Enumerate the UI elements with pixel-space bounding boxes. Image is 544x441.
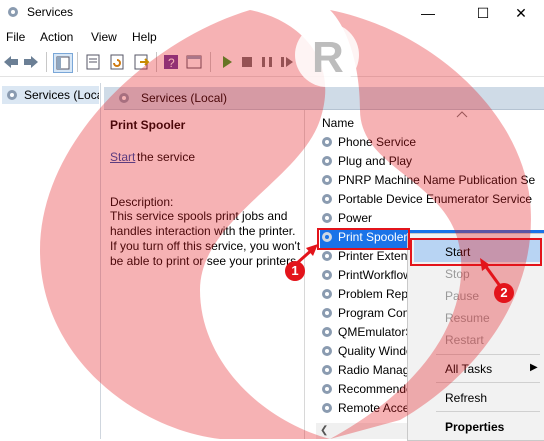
toolbar-separator — [46, 52, 47, 72]
close-button[interactable]: ✕ — [498, 0, 544, 26]
svg-text:?: ? — [168, 56, 175, 70]
service-gear-icon — [322, 251, 332, 261]
restart-service-icon[interactable] — [278, 53, 296, 71]
console-icon[interactable] — [185, 53, 203, 71]
toolbar-separator — [77, 52, 78, 72]
service-gear-icon — [322, 175, 332, 185]
context-menu-all-tasks[interactable]: All Tasks — [445, 362, 492, 376]
pane-title: Services (Local) — [141, 91, 228, 105]
description-line: handles interaction with the printer. — [110, 224, 296, 238]
pause-service-icon[interactable] — [258, 53, 276, 71]
context-menu-refresh[interactable]: Refresh — [445, 391, 487, 405]
highlight-box-print-spooler — [317, 228, 410, 250]
service-gear-icon — [322, 270, 332, 280]
scroll-left-icon[interactable]: ❮ — [320, 425, 328, 436]
step-1-badge: 1 — [285, 261, 305, 281]
service-name: QMEmulatorS — [338, 325, 414, 339]
context-menu-separator — [436, 354, 540, 355]
service-gear-icon — [322, 365, 332, 375]
description-line: be able to print or see your printers. — [110, 254, 300, 268]
services-gear-icon — [7, 90, 17, 100]
toolbar-separator — [210, 52, 211, 72]
service-name: Radio Manag — [338, 363, 410, 377]
minimize-button[interactable]: — — [405, 0, 451, 26]
service-gear-icon — [322, 346, 332, 356]
menu-file[interactable]: File — [6, 30, 25, 44]
description-label: Description: — [110, 195, 174, 209]
back-icon[interactable] — [2, 53, 20, 71]
services-gear-icon — [8, 7, 18, 17]
service-gear-icon — [322, 156, 332, 166]
service-gear-icon — [322, 403, 332, 413]
sort-chevron-icon — [456, 111, 468, 118]
column-header-name[interactable]: Name — [322, 116, 354, 130]
context-menu-separator — [436, 382, 540, 383]
start-service-link[interactable]: Start — [110, 150, 135, 164]
service-name: PrintWorkflow — [338, 268, 412, 282]
stop-service-icon[interactable] — [238, 53, 256, 71]
context-menu-restart: Restart — [445, 333, 484, 347]
window-title: Services — [27, 5, 74, 19]
step-2-badge: 2 — [494, 283, 514, 303]
service-gear-icon — [322, 327, 332, 337]
service-name: Power — [338, 211, 373, 225]
service-name: Plug and Play — [338, 154, 413, 168]
refresh-icon[interactable] — [108, 53, 126, 71]
menu-help[interactable]: Help — [132, 30, 157, 44]
service-gear-icon — [322, 194, 332, 204]
start-link-suffix: the service — [137, 150, 196, 164]
description-line: If you turn off this service, you won't — [110, 239, 301, 253]
menu-bar — [0, 26, 544, 48]
service-gear-icon — [322, 213, 332, 223]
properties-icon[interactable] — [84, 53, 102, 71]
service-name: Portable Device Enumerator Service — [338, 192, 533, 206]
service-name: Printer Extens — [338, 249, 414, 263]
context-menu-resume: Resume — [445, 311, 490, 325]
context-menu-pause: Pause — [445, 289, 480, 303]
service-name: Program Com — [338, 306, 413, 320]
list-item[interactable]: PNRP Machine Name Publication Se — [320, 173, 544, 192]
show-hide-tree-icon[interactable] — [53, 53, 73, 73]
list-item[interactable]: Plug and Play — [320, 154, 544, 173]
menu-action[interactable]: Action — [40, 30, 73, 44]
services-gear-icon — [119, 93, 129, 103]
service-name: Remote Acce — [338, 401, 410, 415]
list-item[interactable]: Portable Device Enumerator Service — [320, 192, 544, 211]
service-gear-icon — [322, 308, 332, 318]
forward-icon[interactable] — [22, 53, 40, 71]
start-service-icon[interactable] — [218, 53, 236, 71]
navigation-tree — [0, 83, 101, 439]
context-menu-stop: Stop — [445, 267, 470, 281]
tree-item-label: Services (Local) — [24, 88, 99, 102]
highlight-box-start — [410, 238, 542, 266]
service-name: Quality Windo — [338, 344, 413, 358]
service-name: Recommende — [338, 382, 413, 396]
description-line: This service spools print jobs and — [110, 209, 288, 223]
context-menu-properties[interactable]: Properties — [445, 420, 504, 434]
horizontal-scrollbar[interactable] — [316, 423, 407, 439]
service-name: PNRP Machine Name Publication Se — [338, 173, 536, 187]
context-menu-separator — [436, 411, 540, 412]
export-icon[interactable] — [132, 53, 150, 71]
help-icon[interactable]: ? — [162, 53, 180, 71]
menu-view[interactable]: View — [91, 30, 117, 44]
service-name: Problem Repo — [338, 287, 415, 301]
service-name: Phone Service — [338, 135, 417, 149]
toolbar-separator — [156, 52, 157, 72]
list-item[interactable]: Phone Service — [320, 135, 544, 154]
submenu-arrow-icon: ▶ — [530, 362, 538, 373]
selected-service-title: Print Spooler — [110, 118, 186, 132]
service-gear-icon — [322, 384, 332, 394]
service-gear-icon — [322, 137, 332, 147]
service-gear-icon — [322, 289, 332, 299]
